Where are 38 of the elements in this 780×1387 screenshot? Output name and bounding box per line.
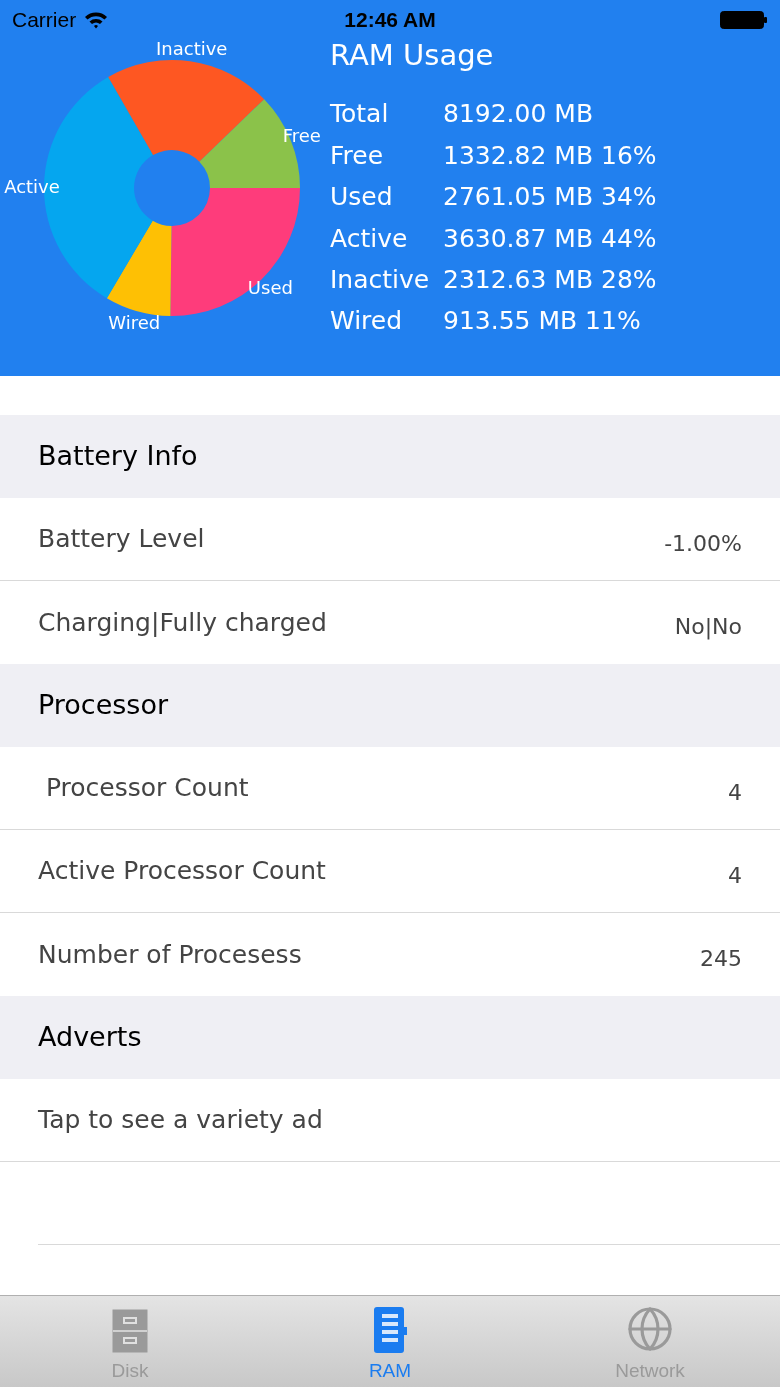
slice-label: Inactive xyxy=(156,40,228,60)
battery-icon xyxy=(720,11,768,29)
stat-value: 2312.63 MB 28% xyxy=(443,264,657,296)
carrier-label: Carrier xyxy=(12,7,77,34)
slice-label: Wired xyxy=(108,311,161,333)
row-value: 4 xyxy=(728,778,742,807)
globe-icon xyxy=(626,1304,674,1353)
row-label: Tap to see a variety ad xyxy=(38,1104,323,1137)
slice-label: Active xyxy=(4,176,60,198)
row-value: 4 xyxy=(728,861,742,890)
stat-value: 3630.87 MB 44% xyxy=(443,222,657,255)
status-time: 12:46 AM xyxy=(344,7,436,34)
cabinet-icon xyxy=(112,1308,148,1353)
stat-label: Total xyxy=(330,98,390,131)
section-header: Processor xyxy=(0,664,780,747)
row-value: 245 xyxy=(700,945,742,973)
wifi-icon xyxy=(84,11,109,29)
stat-label: Active xyxy=(330,222,409,255)
section-header: Adverts xyxy=(0,996,780,1079)
row-label: Active Processor Count xyxy=(38,855,326,888)
stat-value: 2761.05 MB 34% xyxy=(443,181,657,214)
row-label: Processor Count xyxy=(44,772,249,805)
stat-label: Free xyxy=(330,139,385,172)
section-header: Battery Info xyxy=(0,415,780,498)
stat-label: Inactive xyxy=(330,264,431,296)
row-value: No|No xyxy=(674,613,742,642)
stat-label: Wired xyxy=(330,305,404,338)
stat-label: Used xyxy=(330,181,394,214)
row-label: Charging|Fully charged xyxy=(38,606,327,639)
memory-icon xyxy=(373,1306,407,1353)
slice-label: Used xyxy=(247,276,293,298)
row-value: -1.00% xyxy=(664,529,742,558)
stat-value: 1332.82 MB 16% xyxy=(443,139,657,172)
ram-title: RAM Usage xyxy=(330,37,495,74)
row-label: Battery Level xyxy=(38,523,205,556)
row-label: Number of Procesess xyxy=(38,938,302,971)
stat-value: 913.55 MB 11% xyxy=(443,305,641,338)
stat-value: 8192.00 MB xyxy=(443,98,594,131)
